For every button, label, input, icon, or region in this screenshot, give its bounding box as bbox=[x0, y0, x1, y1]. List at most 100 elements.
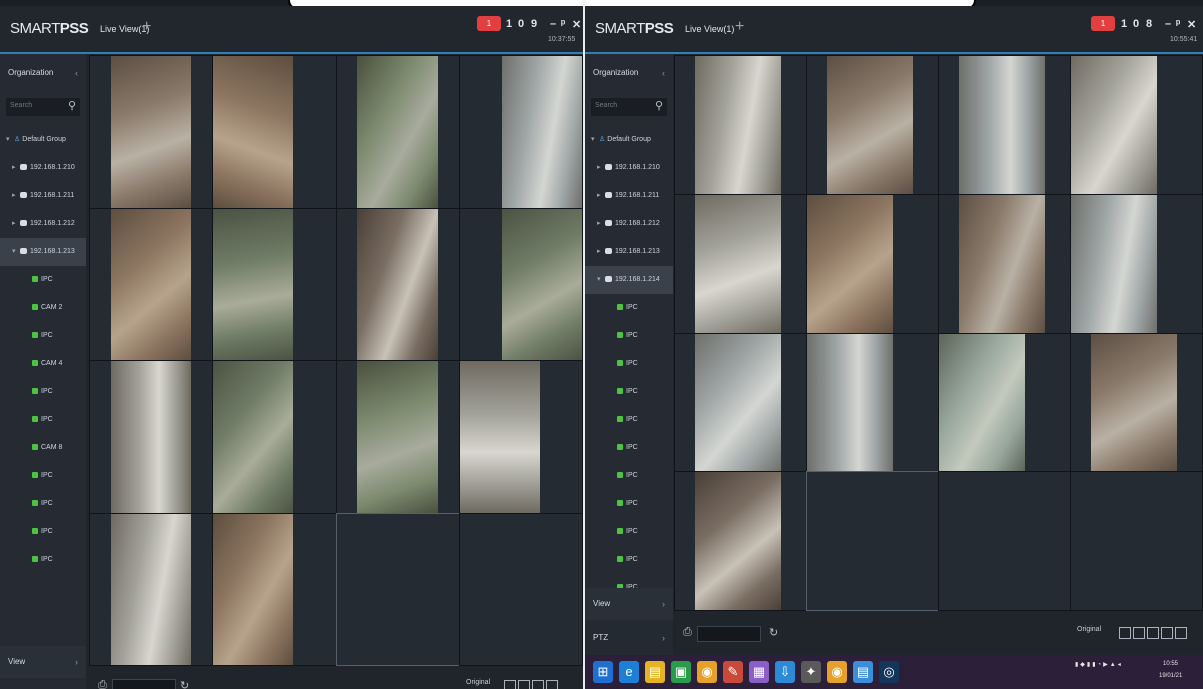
tree-device[interactable]: ▸ 192.168.1.212 bbox=[0, 210, 86, 238]
tree-device[interactable]: ▸ 192.168.1.210 bbox=[585, 154, 673, 182]
tree-camera[interactable]: IPC bbox=[0, 406, 86, 434]
video-cell[interactable] bbox=[806, 55, 939, 195]
video-cell[interactable] bbox=[1070, 332, 1203, 473]
tree-device[interactable]: ▸ 192.168.1.212 bbox=[585, 210, 673, 238]
tree-device[interactable]: ▾ 192.168.1.214 bbox=[585, 266, 673, 294]
video-cell[interactable] bbox=[938, 332, 1071, 473]
layout-9-icon[interactable] bbox=[532, 680, 544, 689]
record-icon[interactable]: ⎙ bbox=[683, 626, 692, 639]
photo-app-icon[interactable]: ▦ bbox=[749, 661, 769, 683]
download-icon[interactable]: ⇩ bbox=[775, 661, 795, 683]
video-cell[interactable] bbox=[458, 55, 583, 209]
video-cell[interactable] bbox=[674, 471, 807, 611]
edge-browser-icon[interactable]: e bbox=[619, 661, 639, 683]
video-cell[interactable] bbox=[88, 512, 214, 666]
search-input[interactable]: Search ⚲ bbox=[6, 98, 80, 116]
tree-camera[interactable]: CAM 8 bbox=[0, 434, 86, 462]
pin-button[interactable]: ᵖ bbox=[561, 18, 565, 30]
video-cell-empty[interactable] bbox=[806, 471, 939, 611]
video-cell[interactable] bbox=[674, 332, 807, 473]
tree-camera[interactable]: IPC bbox=[585, 462, 673, 490]
video-cell[interactable] bbox=[1070, 193, 1203, 334]
close-button[interactable]: ✕ bbox=[572, 18, 581, 31]
video-cell[interactable] bbox=[88, 55, 214, 209]
add-tab-button[interactable]: + bbox=[142, 18, 151, 36]
organization-header[interactable]: Organization ‹ bbox=[585, 54, 673, 92]
tree-camera[interactable]: IPC bbox=[585, 294, 673, 322]
close-button[interactable]: ✕ bbox=[1187, 18, 1196, 31]
minimize-button[interactable]: – bbox=[1165, 18, 1171, 30]
minimize-button[interactable]: – bbox=[550, 18, 556, 30]
tree-camera[interactable]: IPC bbox=[585, 546, 673, 574]
layout-1-icon[interactable] bbox=[504, 680, 516, 689]
video-cell[interactable] bbox=[938, 193, 1071, 334]
toolbar-btn-2[interactable]: 0 bbox=[518, 18, 524, 30]
tree-camera[interactable]: IPC bbox=[0, 518, 86, 546]
file-explorer-icon[interactable]: ▤ bbox=[645, 661, 665, 683]
layout-9-icon[interactable] bbox=[1147, 627, 1159, 639]
video-cell[interactable] bbox=[335, 360, 460, 514]
video-cell[interactable] bbox=[335, 207, 460, 361]
chrome-icon[interactable]: ◉ bbox=[697, 661, 717, 683]
view-section[interactable]: View › bbox=[0, 646, 86, 678]
video-cell[interactable] bbox=[1070, 55, 1203, 195]
tree-camera[interactable]: IPC bbox=[585, 378, 673, 406]
toolbar-btn-1[interactable]: 1 bbox=[1121, 18, 1127, 30]
tree-camera[interactable]: CAM 2 bbox=[0, 294, 86, 322]
layout-4-icon[interactable] bbox=[1133, 627, 1145, 639]
tree-device[interactable]: ▸ 192.168.1.211 bbox=[0, 182, 86, 210]
tool-icon[interactable]: ✦ bbox=[801, 661, 821, 683]
windows-start-icon[interactable]: ⊞ bbox=[593, 661, 613, 683]
add-tab-button[interactable]: + bbox=[735, 18, 744, 36]
video-cell-empty[interactable] bbox=[1070, 471, 1203, 611]
alarm-badge[interactable]: 1 bbox=[477, 16, 501, 31]
layout-4-icon[interactable] bbox=[518, 680, 530, 689]
tree-device[interactable]: ▾ 192.168.1.213 bbox=[0, 238, 86, 266]
tray-time[interactable]: 10:55 bbox=[1163, 661, 1178, 667]
toolbar-btn-3[interactable]: 8 bbox=[1146, 18, 1152, 30]
video-cell[interactable] bbox=[938, 55, 1071, 195]
tree-camera[interactable]: IPC bbox=[0, 378, 86, 406]
tree-camera[interactable]: IPC bbox=[585, 322, 673, 350]
smartpss-icon[interactable]: ◎ bbox=[879, 661, 899, 683]
toolbar-btn-1[interactable]: 1 bbox=[506, 18, 512, 30]
layout-16-icon[interactable] bbox=[1161, 627, 1173, 639]
video-cell[interactable] bbox=[806, 193, 939, 334]
paint-icon[interactable]: ✎ bbox=[723, 661, 743, 683]
folder-icon[interactable]: ▤ bbox=[853, 661, 873, 683]
stream-select[interactable]: Original bbox=[1077, 626, 1101, 633]
layout-select[interactable] bbox=[112, 679, 176, 689]
system-tray-icons[interactable]: ▮◆▮▮◔▶▲◂ bbox=[1075, 661, 1123, 668]
toolbar-btn-2[interactable]: 0 bbox=[1133, 18, 1139, 30]
video-cell[interactable] bbox=[212, 360, 337, 514]
tree-camera[interactable]: IPC bbox=[0, 462, 86, 490]
video-cell-empty[interactable] bbox=[335, 512, 460, 666]
tree-camera[interactable]: IPC bbox=[585, 518, 673, 546]
chrome-icon-2[interactable]: ◉ bbox=[827, 661, 847, 683]
layout-1-icon[interactable] bbox=[1119, 627, 1131, 639]
video-cell[interactable] bbox=[212, 512, 337, 666]
video-cell[interactable] bbox=[674, 55, 807, 195]
tree-camera[interactable]: IPC bbox=[0, 546, 86, 574]
alarm-badge[interactable]: 1 bbox=[1091, 16, 1115, 31]
fullscreen-icon[interactable] bbox=[1175, 627, 1187, 639]
tree-camera[interactable]: IPC bbox=[585, 406, 673, 434]
search-input[interactable]: Search ⚲ bbox=[591, 98, 667, 116]
video-cell[interactable] bbox=[674, 193, 807, 334]
pin-button[interactable]: ᵖ bbox=[1176, 18, 1180, 30]
tree-device[interactable]: ▸ 192.168.1.213 bbox=[585, 238, 673, 266]
video-cell[interactable] bbox=[458, 207, 583, 361]
toolbar-btn-3[interactable]: 9 bbox=[531, 18, 537, 30]
video-cell[interactable] bbox=[212, 55, 337, 209]
tree-camera[interactable]: IPC bbox=[585, 350, 673, 378]
video-cell-empty[interactable] bbox=[938, 471, 1071, 611]
tree-group[interactable]: ▾ ♙ Default Group bbox=[0, 126, 86, 154]
tree-device[interactable]: ▸ 192.168.1.210 bbox=[0, 154, 86, 182]
video-cell[interactable] bbox=[212, 207, 337, 361]
tab-live-view[interactable]: Live View(1) bbox=[685, 24, 734, 34]
video-cell[interactable] bbox=[335, 55, 460, 209]
tree-camera[interactable]: IPC bbox=[0, 266, 86, 294]
green-app-icon[interactable]: ▣ bbox=[671, 661, 691, 683]
tray-date[interactable]: 19/01/21 bbox=[1159, 673, 1182, 679]
tree-camera[interactable]: IPC bbox=[0, 322, 86, 350]
